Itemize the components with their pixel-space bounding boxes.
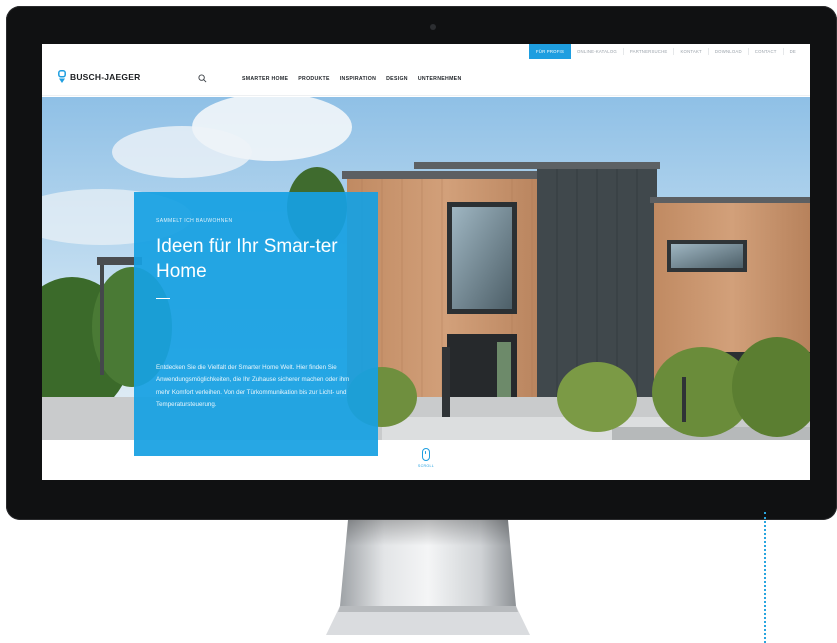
teaser-headline: Ideen für Ihr Smar-ter Home	[156, 236, 338, 282]
monitor-stand	[326, 520, 530, 635]
topbar-link-katalog[interactable]: ONLINE-KATALOG	[571, 44, 623, 59]
topbar-link-partnersuche[interactable]: PARTNERSUCHE	[624, 44, 674, 59]
camera-dot	[430, 24, 436, 30]
teaser-eyebrow: SAMMELT ICH BAUWOHNEN	[156, 218, 233, 224]
nav-item-design[interactable]: DESIGN	[386, 76, 408, 82]
service-bar: FÜR PROFIS ONLINE-KATALOG PARTNERSUCHE K…	[42, 44, 810, 59]
browser-viewport: FÜR PROFIS ONLINE-KATALOG PARTNERSUCHE K…	[42, 44, 810, 480]
teaser-body: Entdecken Sie die Vielfalt der Smarter H…	[156, 364, 350, 409]
main-navigation: SMARTER HOME PRODUKTE INSPIRATION DESIGN…	[242, 76, 462, 82]
search-icon[interactable]	[198, 74, 207, 83]
mouse-scroll-icon	[422, 448, 430, 461]
callout-dotted-line	[764, 512, 766, 643]
topbar-link-kontakt[interactable]: KONTAKT	[674, 44, 707, 59]
brand-mark-icon	[58, 70, 66, 83]
scroll-label: SCROLL	[417, 464, 435, 468]
brand-logo[interactable]: BUSCH-JAEGER	[58, 70, 140, 84]
monitor-scene: FÜR PROFIS ONLINE-KATALOG PARTNERSUCHE K…	[0, 0, 837, 643]
language-switch[interactable]: DE	[784, 44, 802, 59]
nav-item-unternehmen[interactable]: UNTERNEHMEN	[418, 76, 462, 82]
nav-item-produkte[interactable]: PRODUKTE	[298, 76, 330, 82]
nav-item-inspiration[interactable]: INSPIRATION	[340, 76, 376, 82]
teaser-divider	[156, 298, 170, 300]
brand-name: BUSCH-JAEGER	[70, 72, 141, 82]
hero-teaser-box[interactable]: SAMMELT ICH BAUWOHNEN Ideen für Ihr Smar…	[134, 192, 378, 456]
nav-item-smarter-home[interactable]: SMARTER HOME	[242, 76, 288, 82]
site-header: BUSCH-JAEGER SMARTER HOME PRODUKTE INSPI…	[42, 59, 810, 96]
topbar-link-download[interactable]: DOWNLOAD	[709, 44, 748, 59]
topbar-link-contact[interactable]: CONTACT	[749, 44, 783, 59]
topbar-link-profis[interactable]: FÜR PROFIS	[528, 44, 572, 59]
